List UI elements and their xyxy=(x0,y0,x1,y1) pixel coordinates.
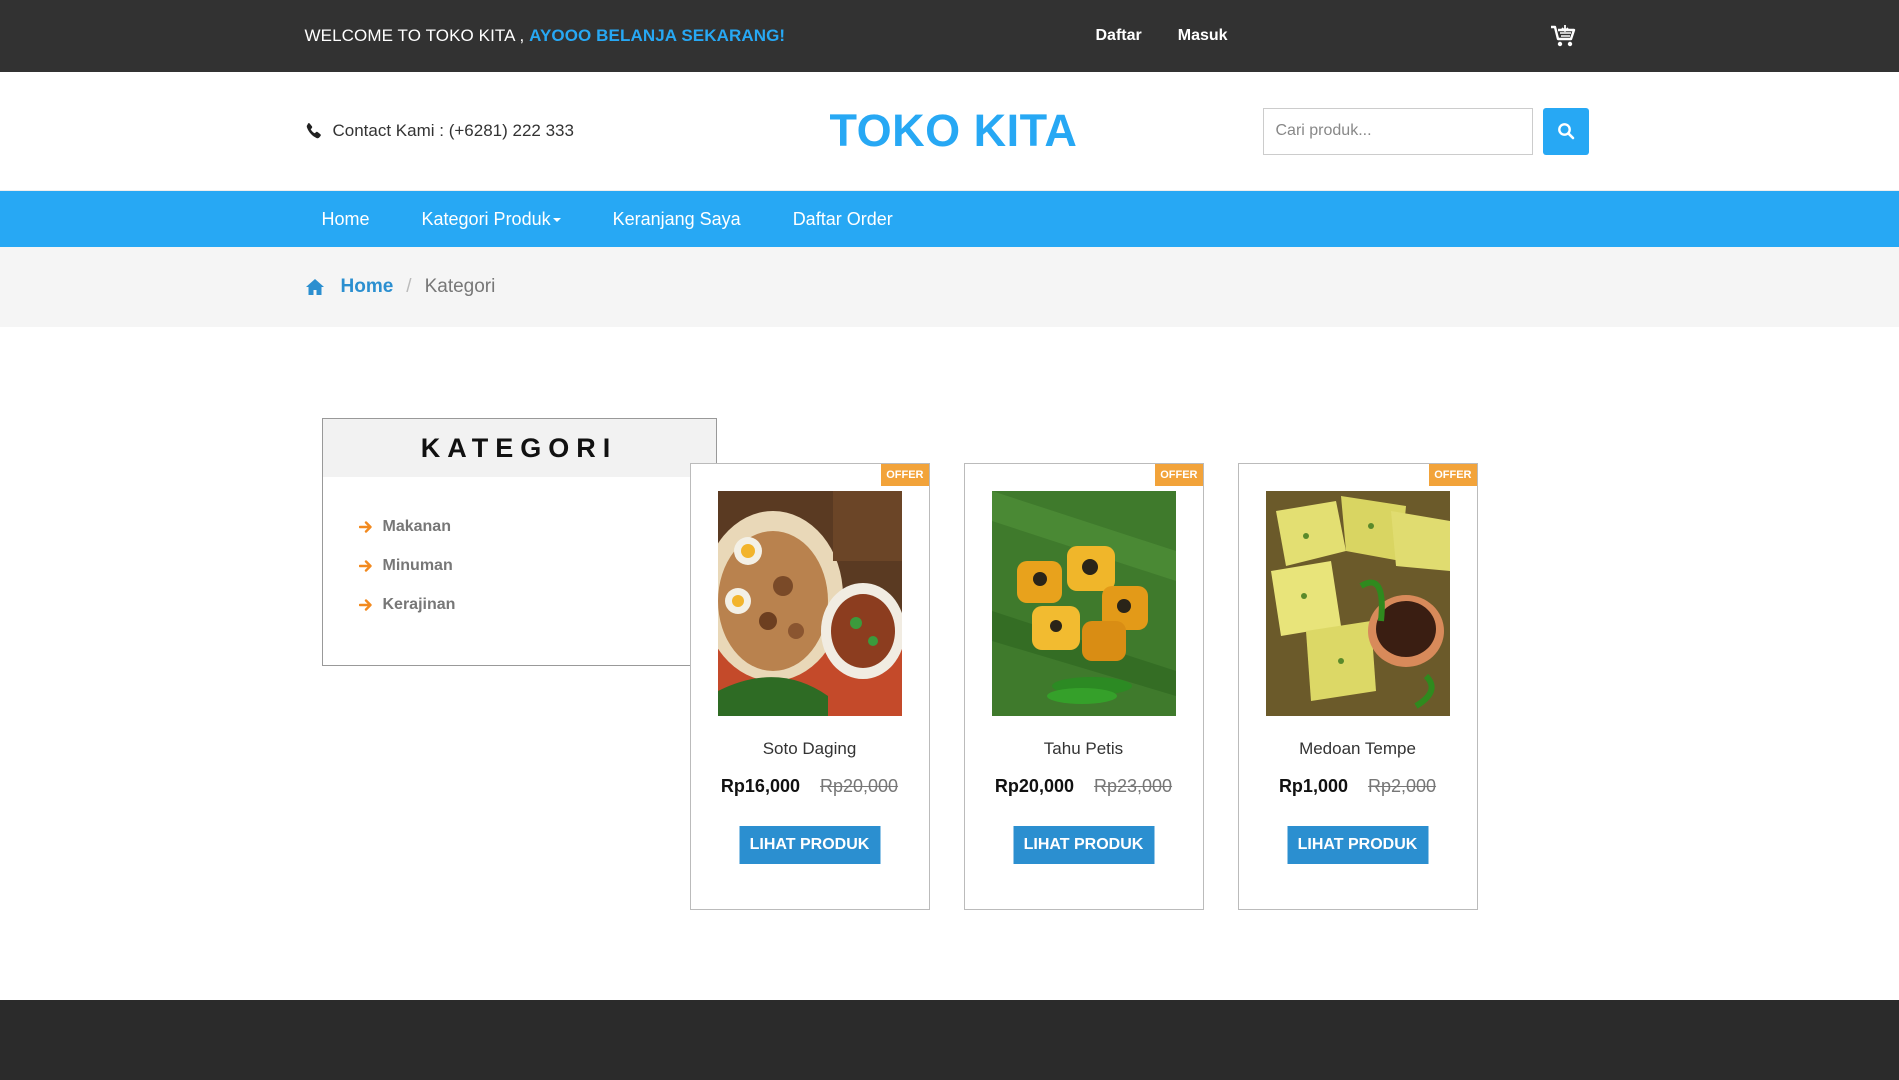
welcome-text: WELCOME TO TOKO KITA , AYOOO BELANJA SEK… xyxy=(305,26,786,46)
product-name[interactable]: Tahu Petis xyxy=(965,739,1203,759)
price-current: Rp16,000 xyxy=(720,776,800,796)
offer-badge: OFFER xyxy=(1429,464,1477,486)
product-price: Rp1,000 Rp2,000 xyxy=(1239,776,1477,797)
product-name[interactable]: Soto Daging xyxy=(691,739,929,759)
nav-keranjang-saya[interactable]: Keranjang Saya xyxy=(596,191,758,247)
breadcrumb: Home / Kategori xyxy=(0,247,1899,327)
welcome-label: WELCOME TO TOKO KITA , xyxy=(304,26,525,45)
search-icon xyxy=(1557,123,1574,140)
top-bar: WELCOME TO TOKO KITA , AYOOO BELANJA SEK… xyxy=(0,0,1899,72)
home-icon[interactable] xyxy=(305,278,325,296)
arrow-right-icon xyxy=(358,598,372,611)
sidebar-title: KATEGORI xyxy=(322,419,716,477)
nav-home[interactable]: Home xyxy=(305,191,387,247)
price-original: Rp23,000 xyxy=(1093,776,1173,796)
product-card: OFFER Tahu Petis Rp20,000 Rp23,000 LIHAT… xyxy=(963,463,1204,910)
breadcrumb-separator: / xyxy=(406,276,412,297)
welcome-highlight: AYOOO BELANJA SEKARANG! xyxy=(529,26,786,45)
category-label: Minuman xyxy=(382,556,453,574)
contact-text: Contact Kami : (+6281) 222 333 xyxy=(332,121,574,140)
product-price: Rp20,000 Rp23,000 xyxy=(965,776,1203,797)
register-link[interactable]: Daftar xyxy=(1096,27,1142,45)
price-current: Rp1,000 xyxy=(1278,776,1348,796)
arrow-right-icon xyxy=(358,559,372,572)
product-image-soto-daging[interactable] xyxy=(717,491,902,716)
login-link[interactable]: Masuk xyxy=(1178,27,1228,45)
breadcrumb-current: Kategori xyxy=(424,276,496,297)
offer-badge: OFFER xyxy=(881,464,929,486)
site-footer xyxy=(0,1000,1899,1080)
nav-daftar-order[interactable]: Daftar Order xyxy=(776,191,910,247)
category-label: Kerajinan xyxy=(382,595,456,613)
search-input[interactable] xyxy=(1262,107,1533,155)
category-item-kerajinan[interactable]: Kerajinan xyxy=(358,585,716,624)
product-card: OFFER Soto Daging Rp16,000 Rp20,000 LIHA… xyxy=(689,463,930,910)
breadcrumb-home[interactable]: Home xyxy=(341,276,394,298)
phone-icon xyxy=(306,123,321,139)
product-price: Rp16,000 Rp20,000 xyxy=(691,776,929,797)
price-original: Rp2,000 xyxy=(1367,776,1437,796)
product-image-tahu-petis[interactable] xyxy=(991,491,1176,716)
product-card: OFFER Medoan Tempe Rp1,000 Rp2,000 LIHAT… xyxy=(1237,463,1478,910)
nav-kategori-produk[interactable]: Kategori Produk xyxy=(405,191,578,247)
category-item-minuman[interactable]: Minuman xyxy=(358,546,716,585)
view-product-button[interactable]: LIHAT PRODUK xyxy=(1013,826,1154,864)
nav-kategori-label: Kategori Produk xyxy=(421,209,551,229)
arrow-right-icon xyxy=(358,520,372,533)
category-list: Makanan Minuman Kerajinan xyxy=(323,477,716,624)
cart-icon[interactable] xyxy=(1550,24,1576,48)
product-name[interactable]: Medoan Tempe xyxy=(1239,739,1477,759)
view-product-button[interactable]: LIHAT PRODUK xyxy=(739,826,880,864)
offer-badge: OFFER xyxy=(1155,464,1203,486)
site-logo[interactable]: TOKO KITA xyxy=(830,105,1078,157)
contact-info: Contact Kami : (+6281) 222 333 xyxy=(305,121,574,141)
site-header: Contact Kami : (+6281) 222 333 TOKO KITA xyxy=(0,72,1899,191)
search-form xyxy=(1262,107,1589,155)
product-image-medoan-tempe[interactable] xyxy=(1265,491,1450,716)
main-nav: Home Kategori Produk Keranjang Saya Daft… xyxy=(0,191,1899,247)
category-label: Makanan xyxy=(382,517,451,535)
view-product-button[interactable]: LIHAT PRODUK xyxy=(1287,826,1428,864)
category-item-makanan[interactable]: Makanan xyxy=(358,507,716,546)
category-sidebar: KATEGORI Makanan Minuman Kerajinan xyxy=(321,418,717,666)
main-content: KATEGORI Makanan Minuman Kerajinan OFFER xyxy=(0,327,1899,1000)
price-current: Rp20,000 xyxy=(994,776,1074,796)
price-original: Rp20,000 xyxy=(819,776,899,796)
caret-down-icon xyxy=(552,218,561,223)
search-button[interactable] xyxy=(1542,107,1589,155)
account-links: Daftar Masuk xyxy=(1096,27,1228,45)
